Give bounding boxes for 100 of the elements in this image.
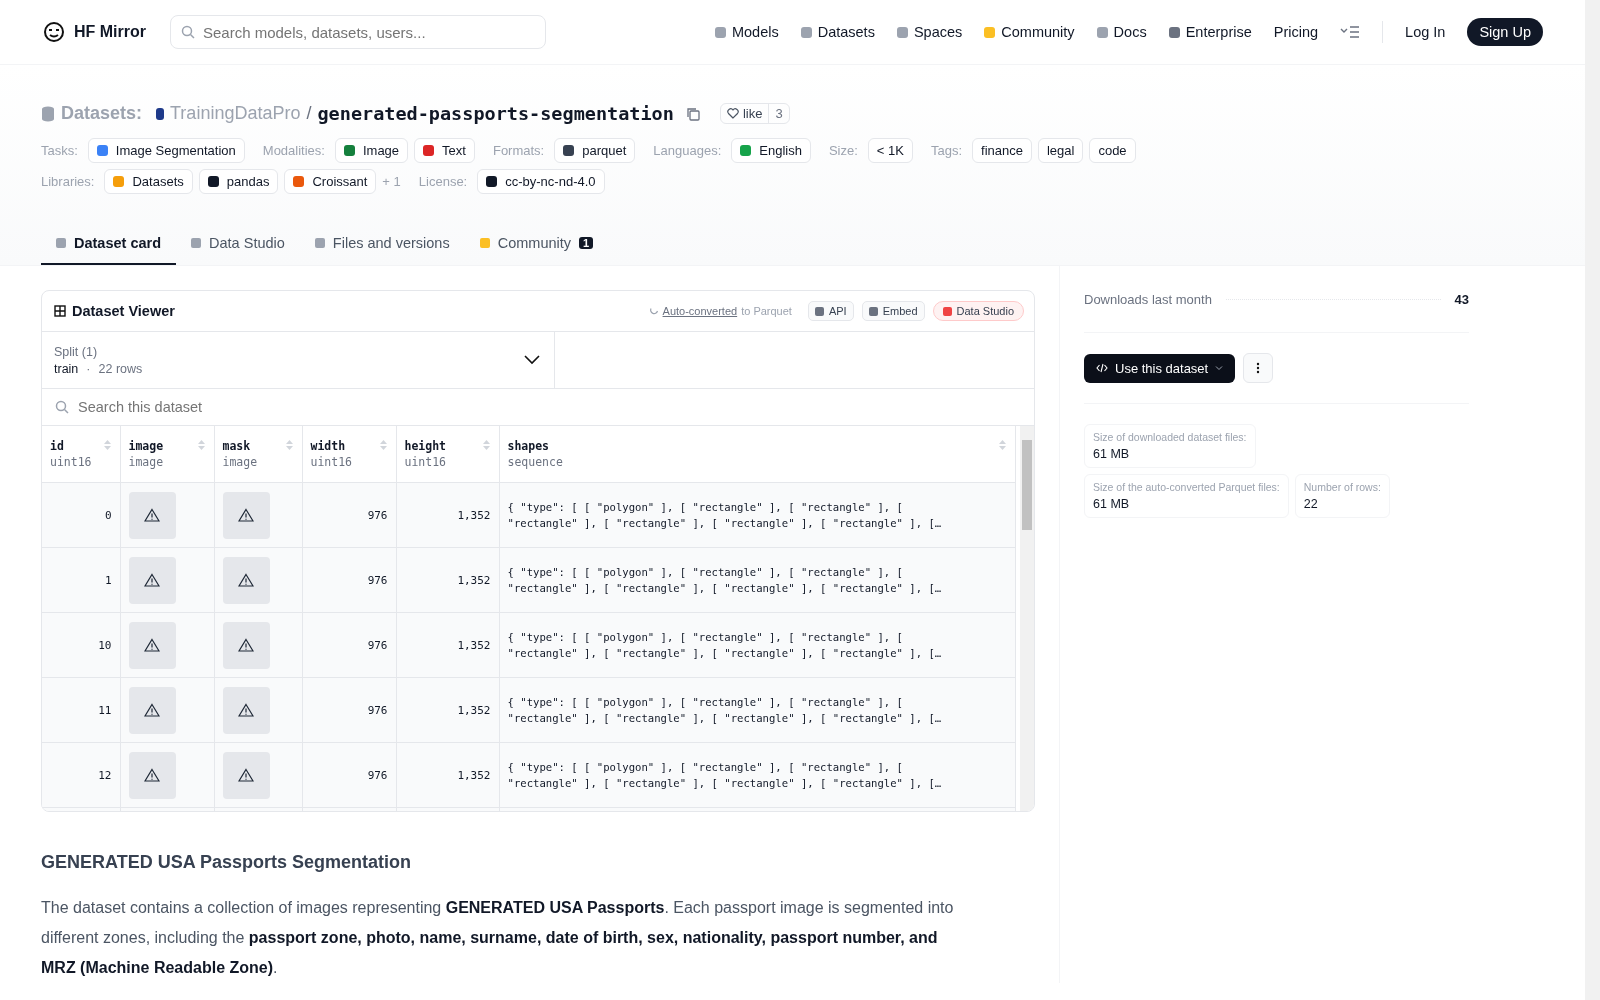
sort-icon[interactable]: [378, 439, 388, 451]
heart-icon: [726, 108, 739, 119]
table-cell: { "type": [ [ "polygon" ], [ "rectangle" ], [ "rectangle" ], [ "rectangle" ], [ "rectangle" ], [ "rectangle" ], [ "rectangle" ], […: [499, 547, 1016, 613]
dataset-search-field[interactable]: Search this dataset: [42, 389, 1034, 425]
table-cell: 11: [42, 677, 120, 743]
stat-value: 22: [1303, 497, 1319, 511]
sort-icon[interactable]: [196, 439, 206, 451]
search-field[interactable]: Search models, datasets, users...: [170, 15, 546, 49]
broken-image-icon: [222, 556, 270, 604]
sort-icon[interactable]: [481, 439, 491, 451]
column-header[interactable]: width uint16: [302, 426, 396, 483]
tag[interactable]: Datasets: [104, 169, 193, 194]
tag[interactable]: English: [731, 138, 811, 163]
stat-label: Size of downloaded dataset files:: [1093, 431, 1247, 443]
caret-icon: [1215, 365, 1224, 371]
tab-label: Data Studio: [209, 235, 285, 251]
table-cell: 976: [302, 482, 396, 548]
sort-icon[interactable]: [284, 439, 294, 451]
logo-icon: [42, 21, 66, 43]
tag-group-label: Libraries:: [41, 174, 95, 189]
nav-link[interactable]: Spaces: [896, 24, 963, 40]
auto-converted-link[interactable]: Auto-converted: [662, 305, 738, 317]
sort-icon[interactable]: [998, 439, 1007, 451]
nav-link[interactable]: Pricing: [1273, 24, 1319, 40]
tag[interactable]: Image: [334, 138, 409, 163]
tag[interactable]: Croissant: [284, 169, 377, 194]
nav-icon: [1096, 26, 1108, 38]
broken-image-icon: [222, 751, 270, 799]
tag[interactable]: legal: [1037, 138, 1084, 163]
broken-image-icon: [222, 491, 270, 539]
logo[interactable]: HF Mirror: [42, 21, 146, 43]
tag[interactable]: cc-by-nc-nd-4.0: [477, 169, 605, 194]
tag[interactable]: < 1K: [867, 138, 913, 163]
nav-link[interactable]: Models: [714, 24, 779, 40]
kebab-icon: [1256, 362, 1261, 374]
copy-icon[interactable]: [685, 106, 700, 121]
viewer-button[interactable]: Data Studio: [932, 301, 1024, 321]
tag[interactable]: Image Segmentation: [87, 138, 245, 163]
tag[interactable]: parquet: [554, 138, 636, 163]
broken-image-icon: [128, 751, 176, 799]
tag-icon: [740, 145, 752, 156]
use-dataset-button[interactable]: Use this dataset: [1084, 353, 1236, 383]
tag-group-label: Formats:: [492, 143, 545, 158]
tab[interactable]: Dataset card: [41, 222, 177, 265]
search-icon: [55, 400, 69, 414]
more-options-button[interactable]: [1243, 353, 1274, 383]
nav-link[interactable]: Datasets: [800, 24, 875, 40]
broken-image-icon: [128, 491, 176, 539]
sort-icon[interactable]: [102, 439, 112, 451]
menu-icon[interactable]: [1340, 25, 1361, 39]
table-cell: { "type": [ [ "polygon" ], [ "rectangle" ], [ "rectangle" ], [ "rectangle" ], [ "rectangle" ], [ "rectangle" ], [ "rectangle" ], […: [499, 677, 1016, 743]
tag[interactable]: Text: [414, 138, 475, 163]
downloads-count: 43: [1454, 291, 1469, 307]
sign-up-button[interactable]: Sign Up: [1467, 18, 1543, 46]
nav-icon: [1168, 26, 1180, 38]
logo-text: HF Mirror: [74, 23, 146, 41]
stat-value: 61 MB: [1093, 497, 1131, 511]
tag-group-label: Size:: [828, 143, 858, 158]
nav-link[interactable]: Docs: [1096, 24, 1147, 40]
log-in-link[interactable]: Log In: [1405, 24, 1446, 40]
column-header[interactable]: id uint16: [42, 426, 120, 483]
tab-icon: [479, 238, 490, 248]
scrollbar[interactable]: [1020, 426, 1034, 811]
stat-label: Number of rows:: [1303, 481, 1381, 493]
table-cell: 1,352: [396, 482, 499, 548]
like-button[interactable]: like 3: [719, 103, 790, 124]
path-separator: /: [306, 103, 312, 124]
tag-group-label: Modalities:: [262, 143, 325, 158]
table-cell: 10: [42, 612, 120, 678]
column-header[interactable]: height uint16: [396, 426, 499, 483]
table-cell: 976: [302, 547, 396, 613]
split-select[interactable]: Split (1) train · 22 rows: [42, 332, 555, 388]
readme-paragraph: The dataset contains a collection of images representing GENERATED USA Passports. Each passport image is segmented into different zones, including the passport zone, photo, name, surname, date of birth, sex, nationality, passport number, and MRZ (Machine Readable Zone).: [41, 898, 955, 978]
tab[interactable]: Data Studio: [176, 222, 300, 265]
tab[interactable]: Files and versions: [299, 222, 465, 265]
tag[interactable]: finance: [972, 138, 1032, 163]
table-cell: 976: [302, 677, 396, 743]
tab[interactable]: Community 1: [464, 222, 609, 265]
tag[interactable]: code: [1089, 138, 1136, 163]
viewer-button[interactable]: API: [807, 301, 854, 321]
nav-icon: [800, 26, 812, 38]
parquet-note: to Parquet: [741, 305, 792, 317]
column-header[interactable]: shapes sequence: [499, 426, 1016, 483]
nav-icon: [714, 26, 726, 38]
nav-link[interactable]: Enterprise: [1168, 24, 1252, 40]
nav-link[interactable]: Community: [984, 24, 1075, 40]
tag-icon: [293, 176, 305, 187]
stat-label: Size of the auto-converted Parquet files:: [1093, 481, 1280, 493]
broken-image-icon: [222, 686, 270, 734]
count-badge: 1: [579, 237, 594, 249]
dataset-name[interactable]: generated-passports-segmentation: [317, 103, 674, 124]
broken-image-icon: [128, 686, 176, 734]
tag-group-label: Tags:: [930, 143, 962, 158]
tag-group-label: Tasks:: [41, 143, 78, 158]
tab-label: Community: [497, 235, 571, 251]
viewer-button[interactable]: Embed: [861, 301, 925, 321]
column-header[interactable]: image image: [120, 426, 214, 483]
column-header[interactable]: mask image: [214, 426, 302, 483]
tag[interactable]: pandas: [198, 169, 279, 194]
tag-icon: [207, 176, 219, 187]
